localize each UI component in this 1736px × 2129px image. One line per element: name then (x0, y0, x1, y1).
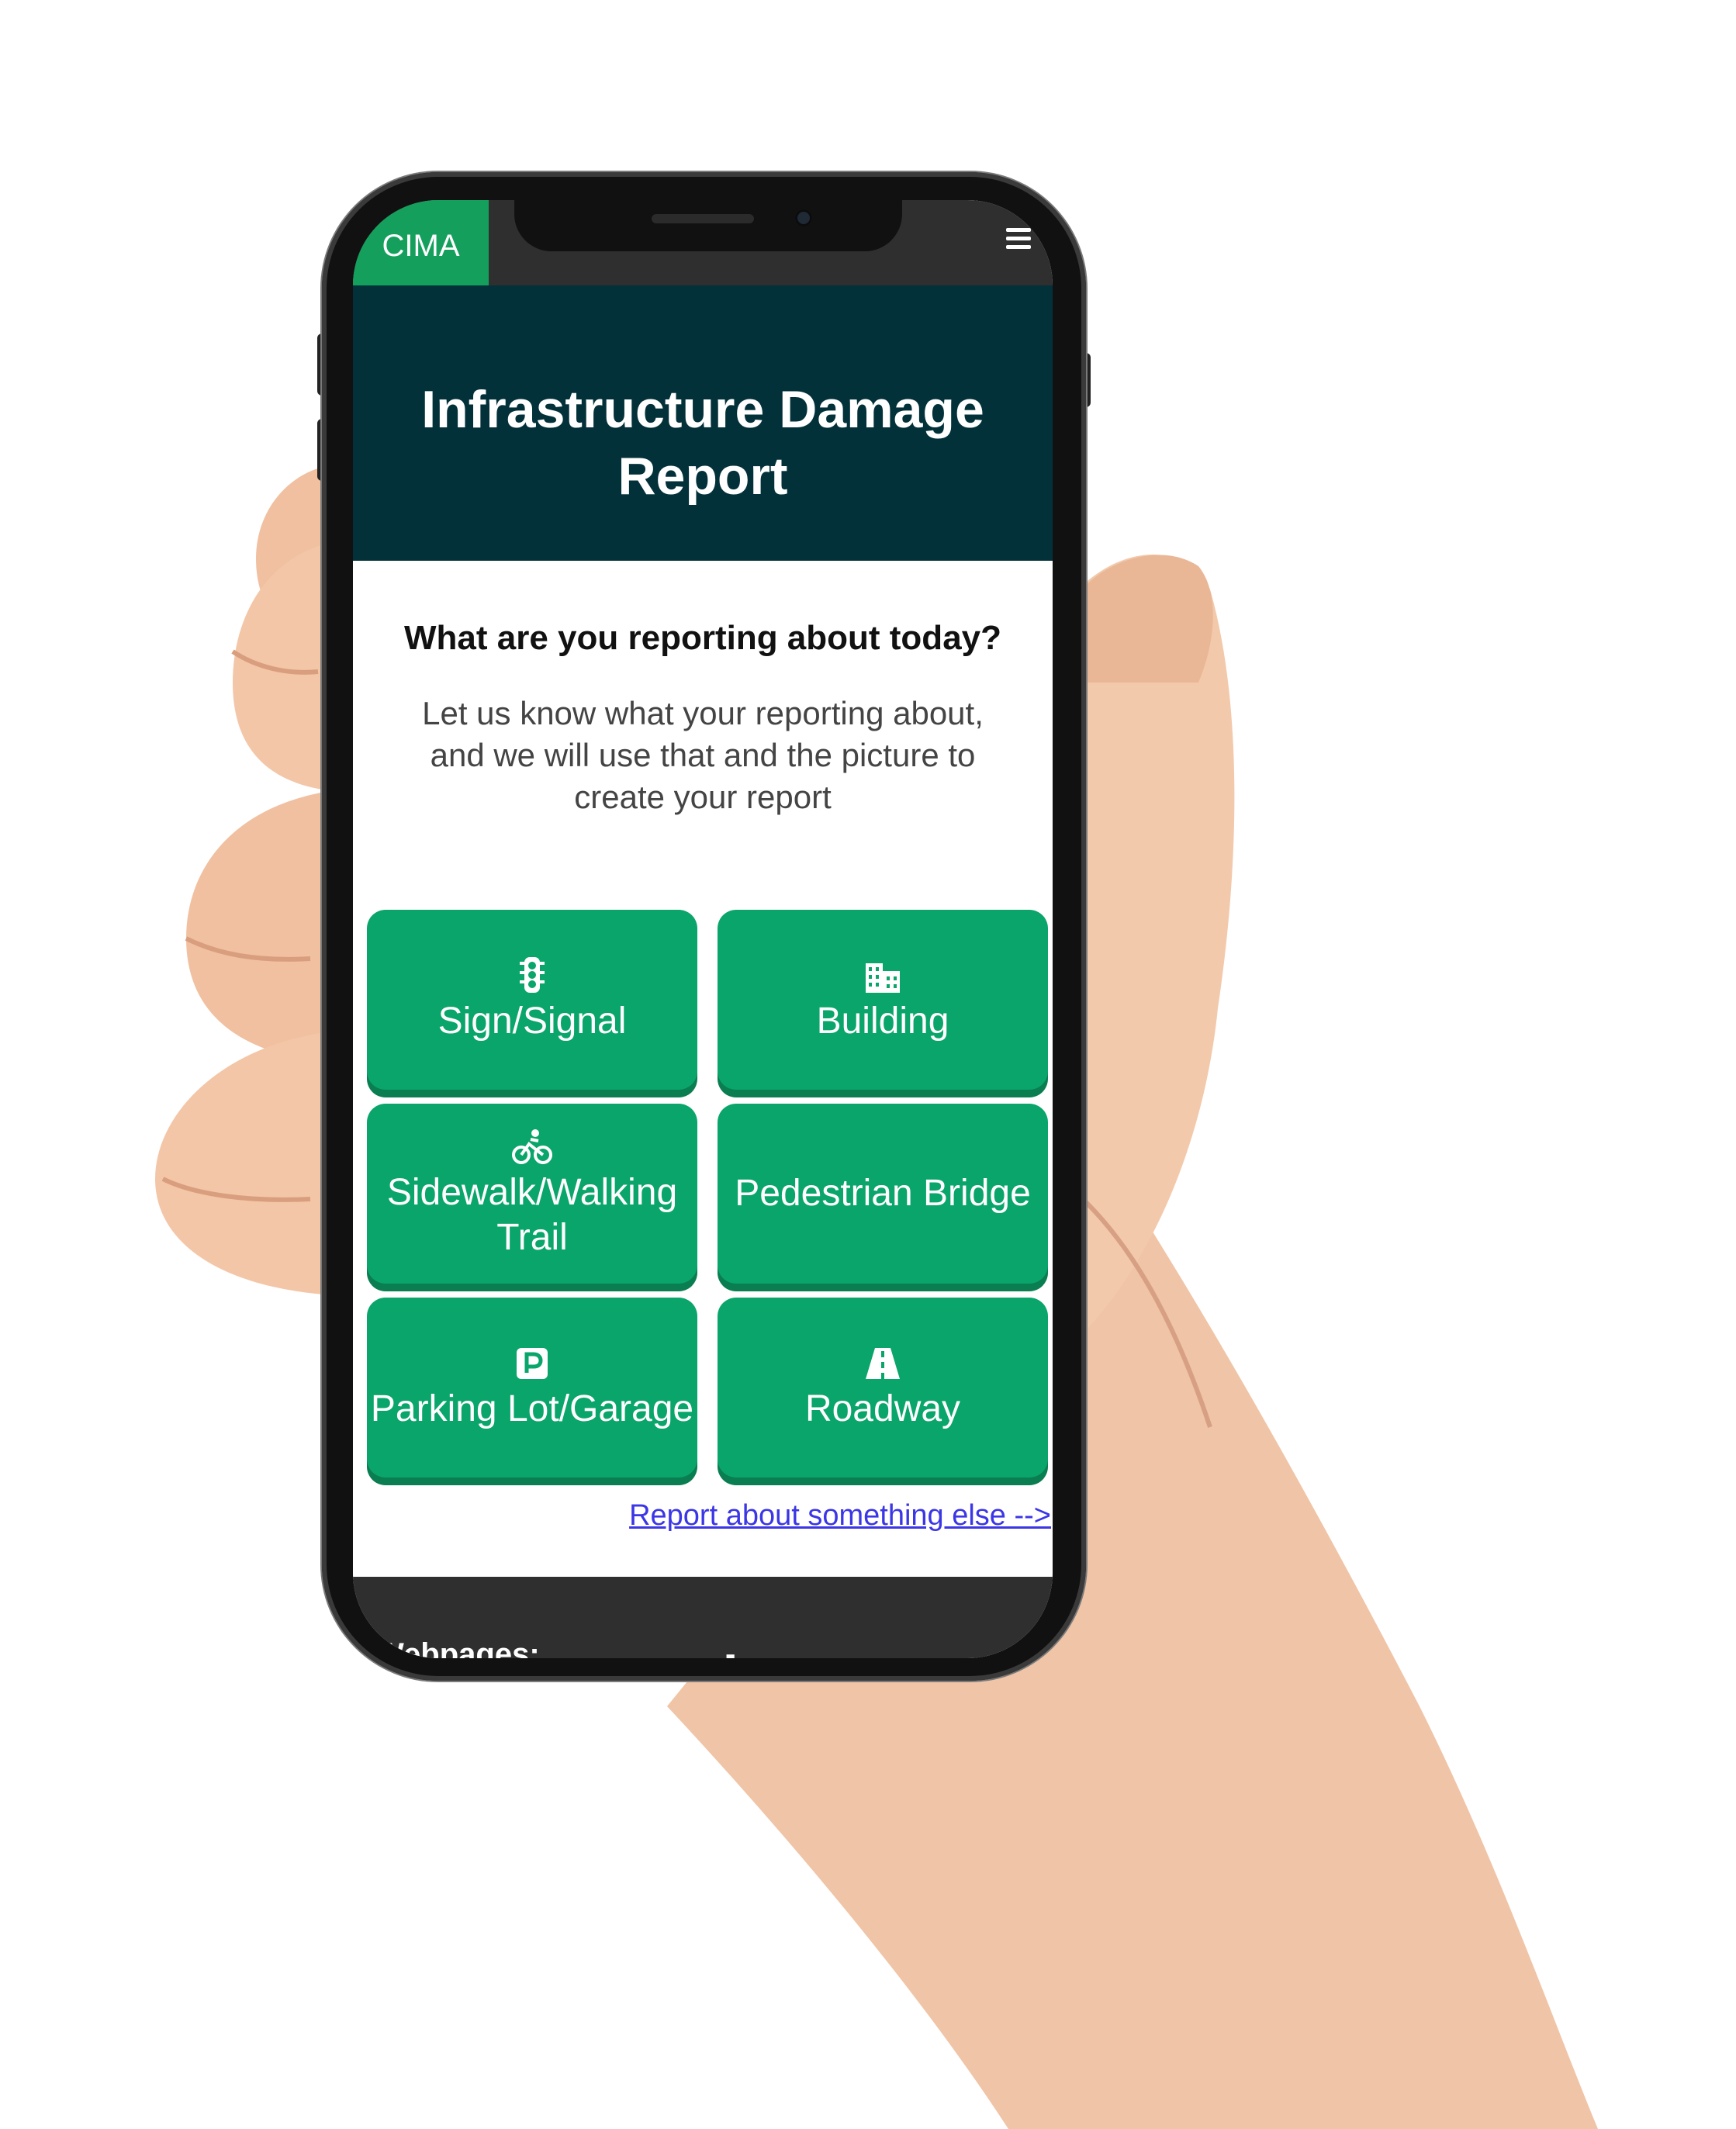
parking-lot-garage-label: Parking Lot/Garage (370, 1388, 694, 1429)
phone-notch (514, 197, 902, 251)
sidewalk-walking-trail-button[interactable]: Sidewalk/Walking Trail (367, 1104, 697, 1284)
page-title: Infrastructure Damage Report (421, 379, 984, 506)
traffic-light-icon (520, 957, 545, 993)
building-button[interactable]: Building (718, 910, 1048, 1090)
question-heading: What are you reporting about today? (403, 619, 1002, 657)
app-screen: CIMA Infrastructure Damage Report What a… (353, 200, 1053, 1658)
footer-dash: - (725, 1637, 736, 1658)
roadway-button[interactable]: Roadway (718, 1298, 1048, 1478)
speaker-grille (652, 214, 754, 223)
building-label: Building (816, 1001, 949, 1042)
roadway-label: Roadway (804, 1388, 961, 1429)
building-icon (866, 963, 900, 993)
sign-signal-button[interactable]: Sign/Signal (367, 910, 697, 1090)
bicycle-icon (512, 1129, 552, 1164)
brand-name: CIMA (382, 228, 460, 263)
pedestrian-bridge-label: Pedestrian Bridge (735, 1173, 1031, 1214)
brand-logo[interactable]: CIMA (353, 200, 489, 285)
footer-bar: Webpages: - (353, 1577, 1053, 1658)
page-header: Infrastructure Damage Report (353, 285, 1053, 561)
parking-lot-garage-button[interactable]: Parking Lot/Garage (367, 1298, 697, 1478)
road-icon (866, 1348, 900, 1379)
intro-text: Let us know what your reporting about, a… (422, 695, 984, 815)
report-something-else-link[interactable]: Report about something else --> (617, 1499, 1051, 1533)
sidewalk-walking-trail-label: Sidewalk/Walking Trail (386, 1172, 678, 1258)
pedestrian-bridge-button[interactable]: Pedestrian Bridge (718, 1104, 1048, 1284)
sign-signal-label: Sign/Signal (437, 1001, 627, 1042)
parking-icon (517, 1348, 548, 1379)
footer-webpages-heading: Webpages: (375, 1637, 540, 1658)
hamburger-menu-icon[interactable] (1006, 228, 1031, 254)
front-camera (795, 209, 812, 226)
